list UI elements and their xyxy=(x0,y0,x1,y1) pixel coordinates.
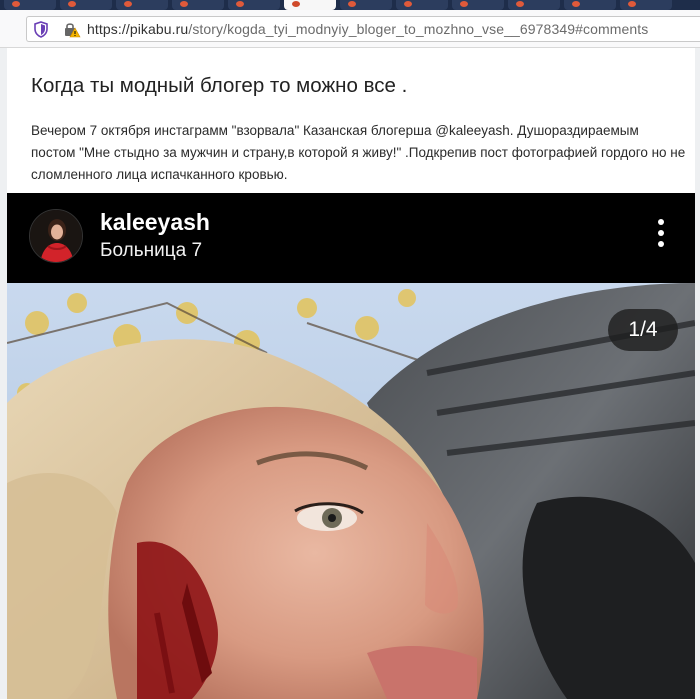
avatar-image xyxy=(30,210,82,262)
post-photo[interactable]: 1/4 xyxy=(7,283,695,699)
browser-tab[interactable] xyxy=(4,0,56,10)
insecure-lock-icon[interactable] xyxy=(63,21,81,38)
url-host: https://pikabu.ru xyxy=(87,21,189,37)
browser-tab-active[interactable] xyxy=(284,0,336,10)
instagram-post-header: kaleeyash Больница 7 xyxy=(7,193,695,283)
shield-icon[interactable] xyxy=(33,21,49,38)
browser-tab[interactable] xyxy=(60,0,112,10)
browser-tab[interactable] xyxy=(172,0,224,10)
more-vertical-icon[interactable] xyxy=(651,219,671,255)
post-location[interactable]: Больница 7 xyxy=(100,240,202,262)
address-bar: https://pikabu.ru/story/kogda_tyi_modnyi… xyxy=(0,10,700,48)
browser-tab[interactable] xyxy=(620,0,672,10)
story-card: Когда ты модный блогер то можно все . Ве… xyxy=(7,48,695,699)
url-text[interactable]: https://pikabu.ru/story/kogda_tyi_modnyi… xyxy=(87,21,648,37)
url-field[interactable]: https://pikabu.ru/story/kogda_tyi_modnyi… xyxy=(26,16,700,42)
url-path: /story/kogda_tyi_modnyiy_bloger_to_mozhn… xyxy=(188,21,649,37)
selfie-photo xyxy=(7,283,695,699)
browser-tab[interactable] xyxy=(116,0,168,10)
browser-tab[interactable] xyxy=(508,0,560,10)
browser-tab[interactable] xyxy=(564,0,616,10)
story-title[interactable]: Когда ты модный блогер то можно все . xyxy=(31,74,407,98)
story-description: Вечером 7 октября инстаграмм "взорвала" … xyxy=(31,123,686,182)
browser-tab[interactable] xyxy=(396,0,448,10)
page-content: Когда ты модный блогер то можно все . Ве… xyxy=(0,48,700,699)
browser-tab[interactable] xyxy=(452,0,504,10)
browser-tab-strip xyxy=(0,0,700,10)
carousel-counter: 1/4 xyxy=(608,309,678,351)
instagram-post-image[interactable]: kaleeyash Больница 7 1/4 xyxy=(7,193,695,699)
post-username[interactable]: kaleeyash xyxy=(100,209,210,236)
browser-tab[interactable] xyxy=(340,0,392,10)
avatar[interactable] xyxy=(29,209,83,263)
browser-tab[interactable] xyxy=(228,0,280,10)
